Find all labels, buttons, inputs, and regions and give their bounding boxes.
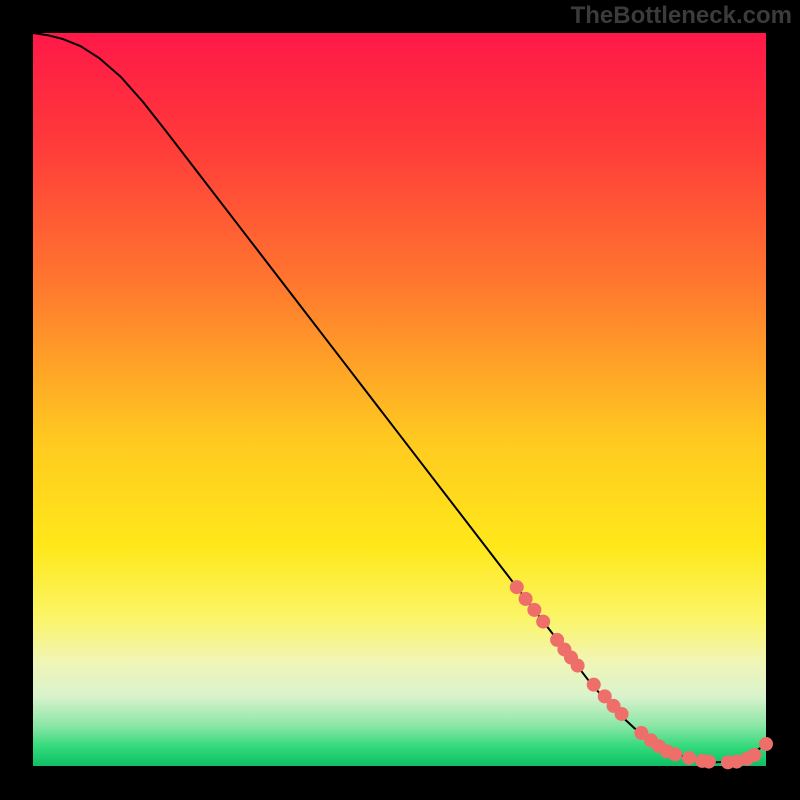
marker: [682, 751, 696, 765]
marker: [527, 603, 541, 617]
marker: [759, 737, 773, 751]
plot-background: [33, 33, 766, 766]
watermark-text: TheBottleneck.com: [571, 2, 792, 30]
marker: [571, 659, 585, 673]
chart-stage: TheBottleneck.com: [0, 0, 800, 800]
marker: [668, 747, 682, 761]
marker: [536, 615, 550, 629]
marker: [519, 592, 533, 606]
marker: [615, 707, 629, 721]
marker: [587, 678, 601, 692]
chart-svg: [0, 0, 800, 800]
marker: [702, 755, 716, 769]
marker: [510, 580, 524, 594]
marker: [747, 748, 761, 762]
